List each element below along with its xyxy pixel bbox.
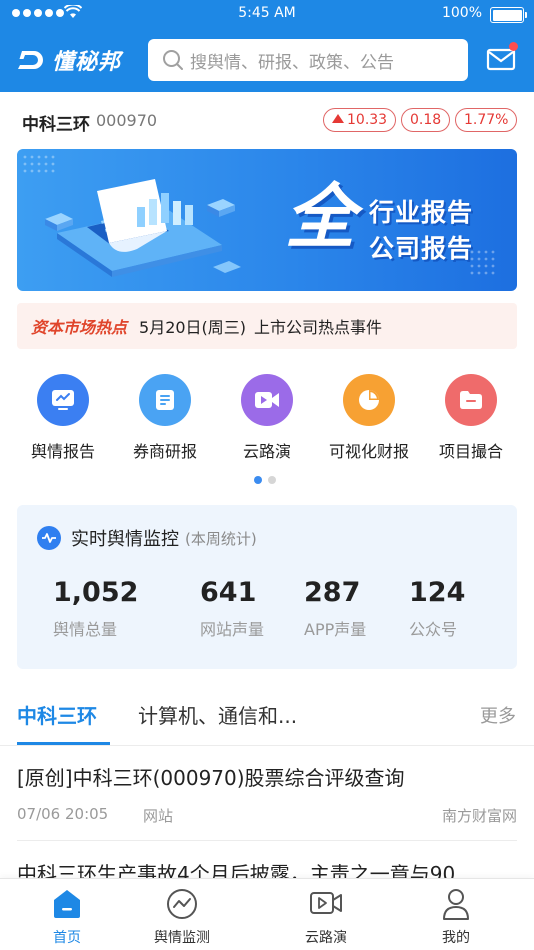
stock-row[interactable]: 中科三环 000970 10.33 0.18 1.77% <box>0 92 534 148</box>
banner-line-1: 行业报告 <box>369 198 474 227</box>
promo-banner[interactable]: 全 行业报告 公司报告 <box>17 149 517 291</box>
feature-visual-financials[interactable]: 可视化财报 <box>318 374 420 462</box>
message-button[interactable] <box>486 42 518 72</box>
trend-icon <box>132 887 232 921</box>
stat-app: 287 APP声量 <box>304 577 366 640</box>
status-bar: 5:45 AM 100% <box>0 0 534 28</box>
news-item[interactable]: [原创]中科三环(000970)股票综合评级查询 07/06 20:05 网站 … <box>17 762 517 825</box>
top-header: 5:45 AM 100% 懂秘邦 搜舆情、研报、政策、公告 <box>0 0 534 92</box>
feature-grid: 舆情报告 券商研报 云路演 可视化财报 项目撮合 <box>0 374 534 464</box>
video-icon <box>241 374 293 426</box>
tabbar-profile[interactable]: 我的 <box>406 887 506 947</box>
stat-total: 1,052 舆情总量 <box>53 577 138 640</box>
tabbar-home[interactable]: 首页 <box>17 887 117 947</box>
pager-dot-active <box>254 476 262 484</box>
pager-dot <box>268 476 276 484</box>
up-arrow-icon <box>332 114 344 123</box>
stat-label: 舆情总量 <box>53 620 118 639</box>
stat-value: 124 <box>409 577 466 608</box>
feature-sentiment-report[interactable]: 舆情报告 <box>12 374 114 462</box>
tab-active-indicator <box>17 742 110 745</box>
news-title: [原创]中科三环(000970)股票综合评级查询 <box>17 766 405 790</box>
stat-value: 1,052 <box>53 577 139 608</box>
feature-pager[interactable] <box>254 476 276 484</box>
tab-industry[interactable]: 计算机、通信和... <box>138 700 297 729</box>
stock-change-pct-pill: 1.77% <box>455 108 518 132</box>
news-time: 07/06 20:05 <box>17 805 109 823</box>
monitor-title: 实时舆情监控 <box>71 529 179 550</box>
news-meta: 07/06 20:05 网站 南方财富网 <box>17 805 517 825</box>
app-logo[interactable]: 懂秘邦 <box>16 42 121 78</box>
banner-line-2: 公司报告 <box>369 234 474 263</box>
stock-change-pill: 0.18 <box>401 108 451 132</box>
hotspot-date: 5月20日(周三) <box>139 318 247 337</box>
banner-big-char: 全 <box>285 176 355 258</box>
tabbar-label: 首页 <box>53 930 81 946</box>
video-icon <box>276 887 376 921</box>
feature-label: 舆情报告 <box>30 442 95 461</box>
news-divider <box>17 840 517 841</box>
stock-price-pill: 10.33 <box>323 108 397 132</box>
battery-percent: 100% <box>441 5 482 21</box>
tabbar-label: 云路演 <box>305 930 347 946</box>
market-hotspot-strip[interactable]: 资本市场热点 5月20日(周三) 上市公司热点事件 <box>17 303 517 349</box>
feature-label: 云路演 <box>242 442 291 461</box>
home-icon <box>17 887 117 921</box>
monitor-header: 实时舆情监控 (本周统计) <box>37 525 257 551</box>
search-placeholder: 搜舆情、研报、政策、公告 <box>190 52 394 73</box>
hotspot-tag: 资本市场热点 <box>31 318 128 337</box>
news-source-type: 网站 <box>143 807 174 825</box>
banner-illustration <box>23 155 241 277</box>
stat-website: 641 网站声量 <box>200 577 264 640</box>
tabbar-label: 我的 <box>442 930 470 946</box>
stock-name: 中科三环 <box>22 115 90 135</box>
feature-cloud-roadshow[interactable]: 云路演 <box>216 374 318 462</box>
tabbar-monitor[interactable]: 舆情监测 <box>132 887 232 947</box>
stat-label: APP声量 <box>304 620 367 639</box>
stat-value: 287 <box>304 577 361 608</box>
tabbar-roadshow[interactable]: 云路演 <box>276 887 376 947</box>
feature-label: 项目撮合 <box>438 442 503 461</box>
folder-icon <box>445 374 497 426</box>
monitor-subtitle: (本周统计) <box>185 529 257 548</box>
stat-value: 641 <box>200 577 257 608</box>
report-icon <box>37 374 89 426</box>
pulse-icon <box>37 526 61 550</box>
sentiment-monitor-card[interactable]: 实时舆情监控 (本周统计) 1,052 舆情总量 641 网站声量 287 AP… <box>17 505 517 669</box>
hotspot-text: 上市公司热点事件 <box>254 318 383 337</box>
unread-badge <box>509 42 518 51</box>
more-link[interactable]: 更多 <box>480 702 516 728</box>
feature-label: 可视化财报 <box>328 442 409 461</box>
feature-label: 券商研报 <box>132 442 197 461</box>
news-tabs: 中科三环 计算机、通信和... 更多 <box>0 692 534 746</box>
stat-label: 公众号 <box>409 620 458 639</box>
search-bar[interactable]: 搜舆情、研报、政策、公告 <box>148 39 468 81</box>
logo-mark-icon <box>18 51 43 69</box>
stat-wechat: 124 公众号 <box>409 577 465 640</box>
news-site: 南方财富网 <box>441 807 517 825</box>
tab-company[interactable]: 中科三环 <box>17 700 97 729</box>
user-icon <box>406 887 506 921</box>
bottom-tab-bar: 首页 舆情监测 云路演 我的 <box>0 878 534 950</box>
tabbar-label: 舆情监测 <box>154 930 210 946</box>
battery-icon <box>490 7 527 23</box>
stat-label: 网站声量 <box>200 620 265 639</box>
stock-code: 000970 <box>96 111 158 130</box>
feature-broker-research[interactable]: 券商研报 <box>114 374 216 462</box>
feature-project-matching[interactable]: 项目撮合 <box>420 374 522 462</box>
logo-text: 懂秘邦 <box>52 50 122 75</box>
document-icon <box>139 374 191 426</box>
stock-price: 10.33 <box>347 112 388 128</box>
pie-chart-icon <box>343 374 395 426</box>
search-icon <box>163 50 183 70</box>
